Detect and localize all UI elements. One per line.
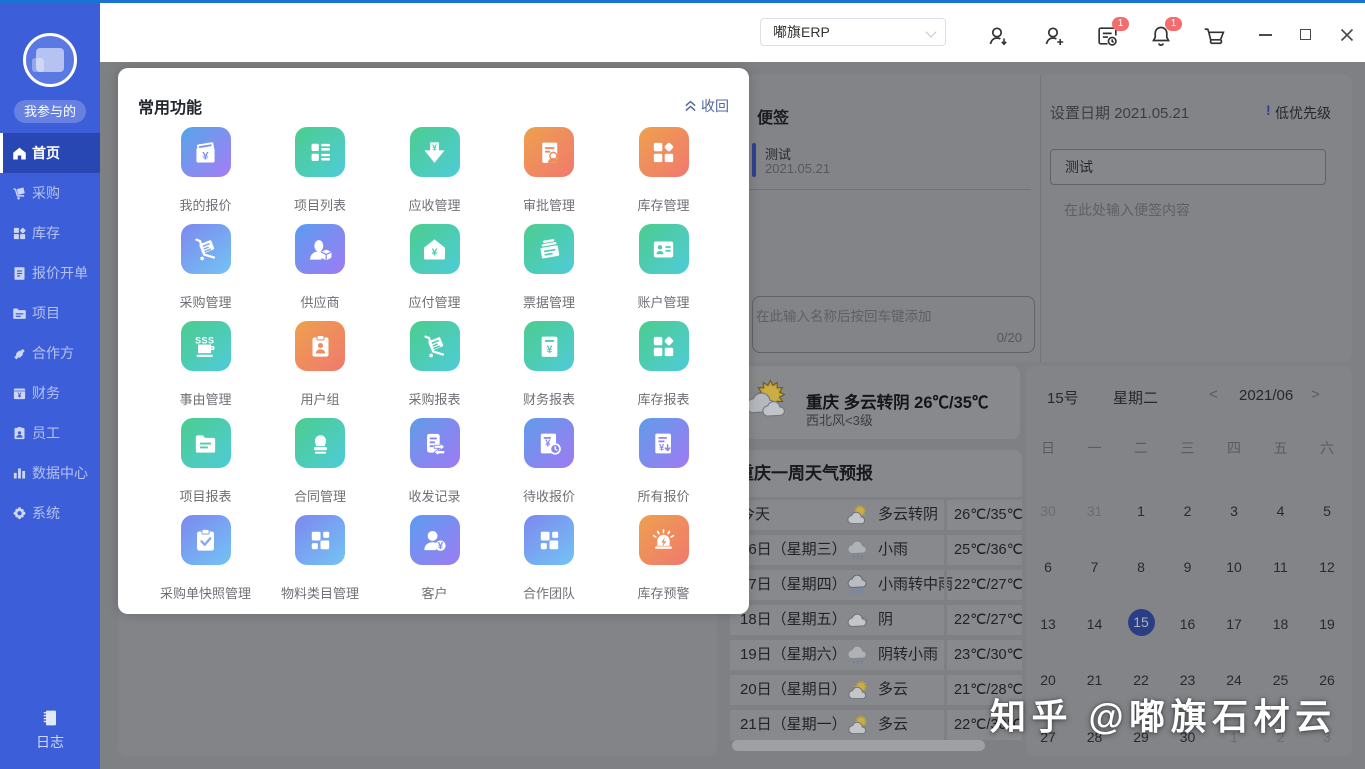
- svg-text:¥: ¥: [438, 541, 444, 552]
- svg-text:¥: ¥: [432, 247, 438, 258]
- svg-text:¥: ¥: [432, 142, 437, 152]
- svg-text:¥: ¥: [202, 150, 209, 162]
- svg-text:¥: ¥: [18, 392, 22, 399]
- svg-text:¥: ¥: [659, 441, 665, 452]
- svg-text:¥: ¥: [546, 343, 552, 355]
- svg-text:SSS: SSS: [195, 335, 214, 345]
